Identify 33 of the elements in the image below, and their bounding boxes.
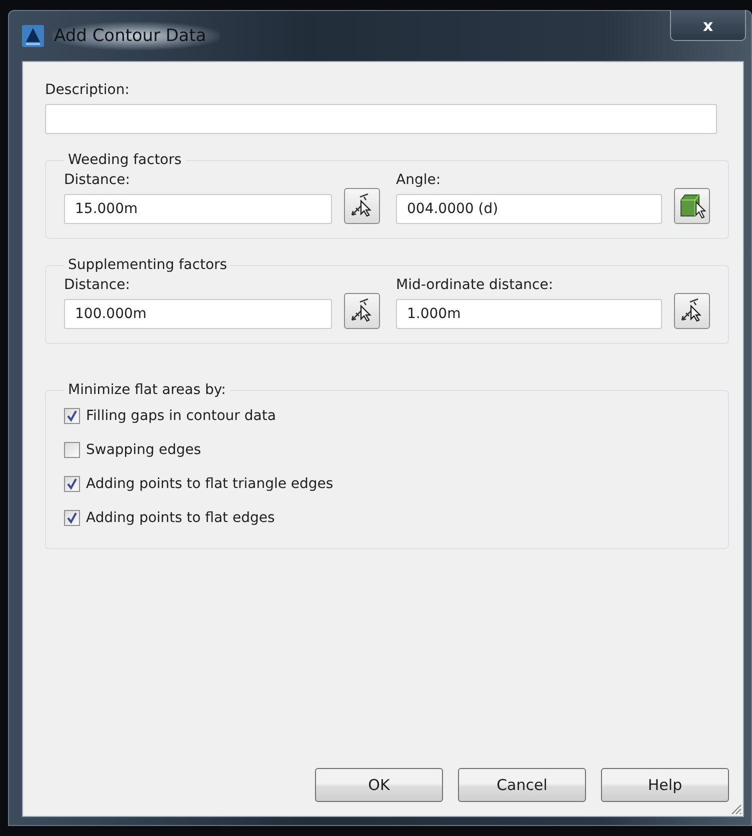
pick-button[interactable] [344, 293, 380, 329]
description-field[interactable] [45, 104, 717, 134]
group-title: Supplementing factors [67, 257, 228, 273]
checkbox-label: Filling gaps in contour data [86, 408, 276, 424]
window-title: Add Contour Data [52, 22, 220, 50]
input-field[interactable]: 100.000m [64, 299, 332, 329]
pick-button[interactable] [674, 293, 710, 329]
field-label: Angle: [396, 172, 442, 188]
input-field[interactable]: 15.000m [64, 194, 332, 224]
field-label: Distance: [64, 277, 131, 293]
checkbox[interactable] [64, 442, 80, 458]
input-field[interactable]: 004.0000 (d) [396, 194, 662, 224]
pick-button[interactable] [344, 188, 380, 224]
pick-button[interactable] [674, 188, 710, 224]
group-title: Weeding factors [67, 152, 183, 168]
checkbox[interactable] [64, 476, 80, 492]
close-button[interactable]: x [670, 10, 746, 41]
field-label: Mid-ordinate distance: [396, 277, 554, 293]
field-label: Description: [45, 82, 130, 98]
checkbox[interactable] [64, 510, 80, 526]
resize-grip-icon[interactable] [730, 803, 742, 815]
checkbox[interactable] [64, 408, 80, 424]
dialog-button[interactable]: OK [315, 768, 443, 802]
cube-select-icon [678, 192, 706, 220]
checkbox-label: Adding points to flat edges [86, 510, 275, 526]
checkbox-label: Swapping edges [86, 442, 202, 458]
field-label: Distance: [64, 172, 131, 188]
checkbox-label: Adding points to flat triangle edges [86, 476, 334, 492]
dialog-button[interactable]: Cancel [458, 768, 586, 802]
app-logo-icon [22, 25, 44, 47]
dialog-button[interactable]: Help [601, 768, 729, 802]
input-field[interactable]: 1.000m [396, 299, 662, 329]
group-title: Minimize flat areas by: [67, 382, 227, 398]
